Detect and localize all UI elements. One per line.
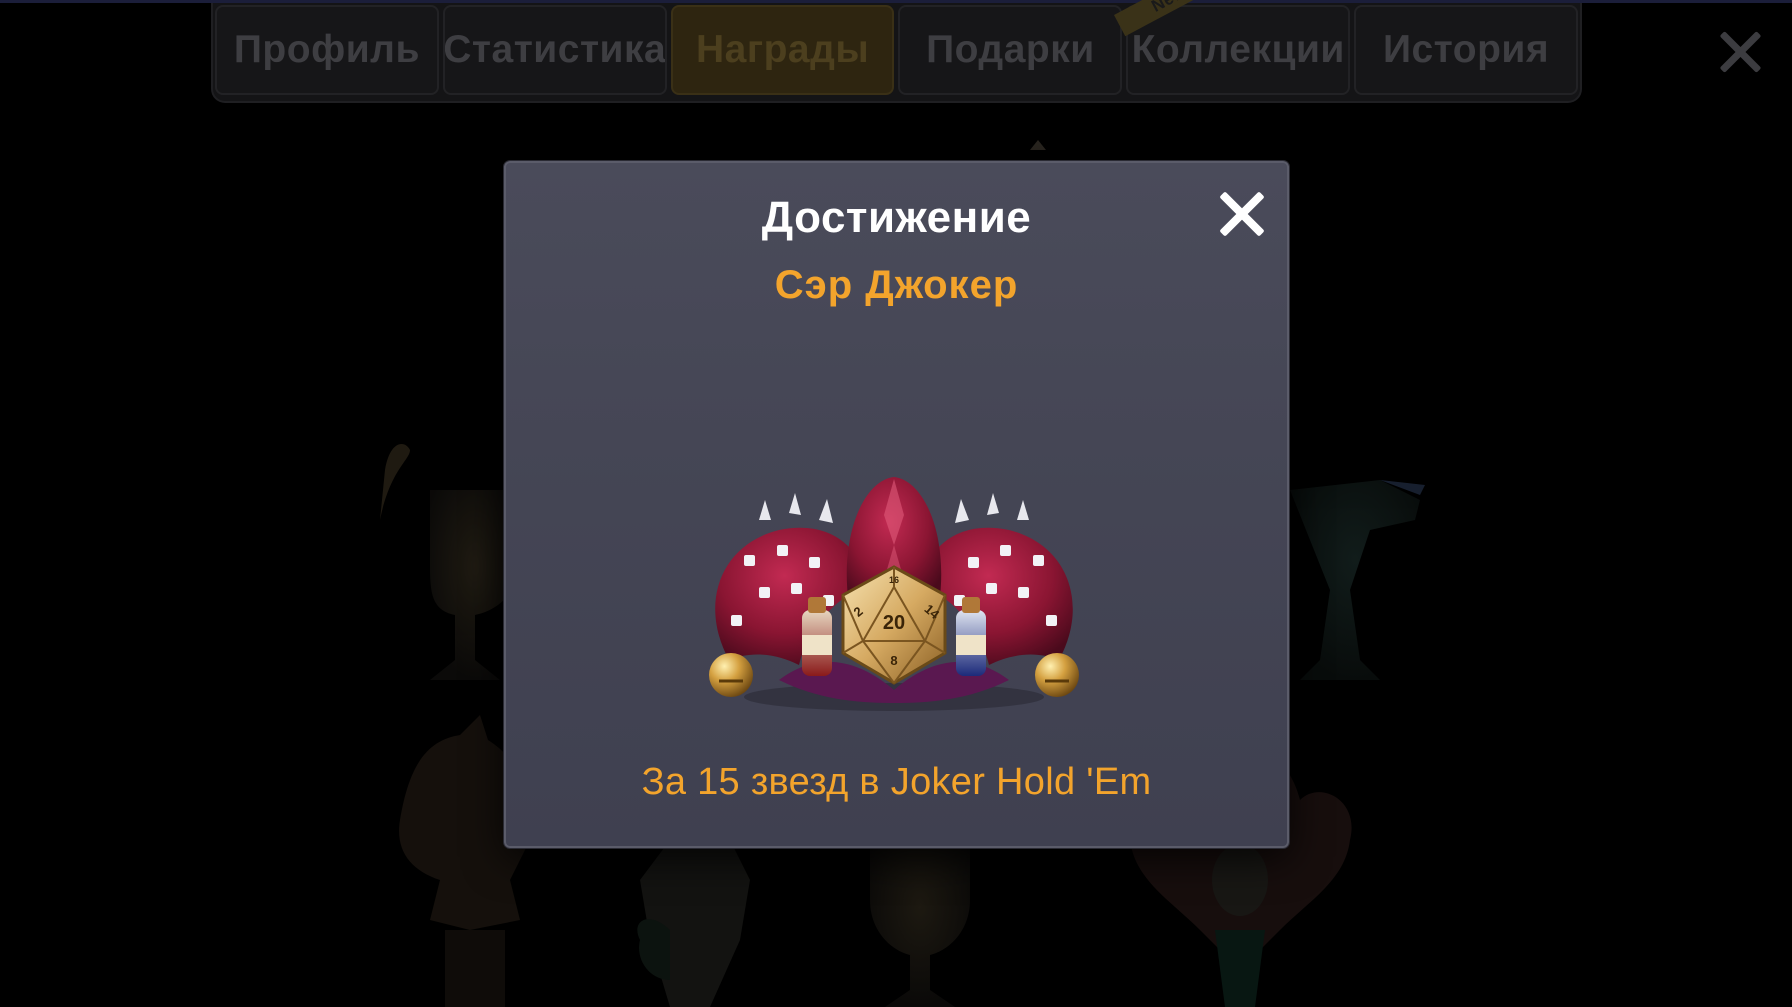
svg-text:8: 8 bbox=[890, 653, 897, 668]
tab-label: Коллекции bbox=[1131, 28, 1345, 71]
jester-hat-d20-icon: 20 2 14 8 16 bbox=[689, 475, 1099, 715]
tab-statistics[interactable]: Статистика bbox=[442, 5, 667, 95]
award-description: За 15 звезд в Joker Hold 'Em bbox=[641, 761, 1152, 803]
tab-gifts[interactable]: Подарки bbox=[898, 5, 1123, 95]
trophy-scarab-statue bbox=[637, 840, 750, 1007]
profile-tab-bar: Профиль Статистика Награды Подарки New К… bbox=[211, 0, 1582, 103]
trophy-griffin-cup bbox=[380, 444, 520, 680]
close-window-icon[interactable] bbox=[1718, 30, 1762, 74]
tab-awards[interactable]: Награды bbox=[670, 5, 895, 95]
tab-label: Награды bbox=[695, 28, 870, 71]
achievement-dialog: Достижение Сэр Джокер 20 2 14 8 16 За 15… bbox=[504, 161, 1289, 848]
tab-label: Статистика bbox=[443, 28, 667, 71]
tab-profile[interactable]: Профиль bbox=[215, 5, 439, 95]
tab-collections[interactable]: New Коллекции bbox=[1114, 0, 1351, 95]
tab-label: Профиль bbox=[233, 28, 420, 71]
award-name: Сэр Джокер bbox=[774, 263, 1019, 307]
tab-label: История bbox=[1382, 28, 1550, 71]
dialog-title: Достижение bbox=[761, 193, 1032, 242]
trophy-egyptian-cup bbox=[1290, 480, 1425, 680]
svg-text:20: 20 bbox=[883, 612, 905, 634]
svg-text:16: 16 bbox=[889, 575, 899, 585]
tab-history[interactable]: История bbox=[1354, 5, 1578, 95]
tab-label: Подарки bbox=[926, 28, 1095, 71]
dialog-close-icon[interactable] bbox=[1219, 191, 1265, 237]
trophy-lion-cup bbox=[870, 840, 970, 1007]
